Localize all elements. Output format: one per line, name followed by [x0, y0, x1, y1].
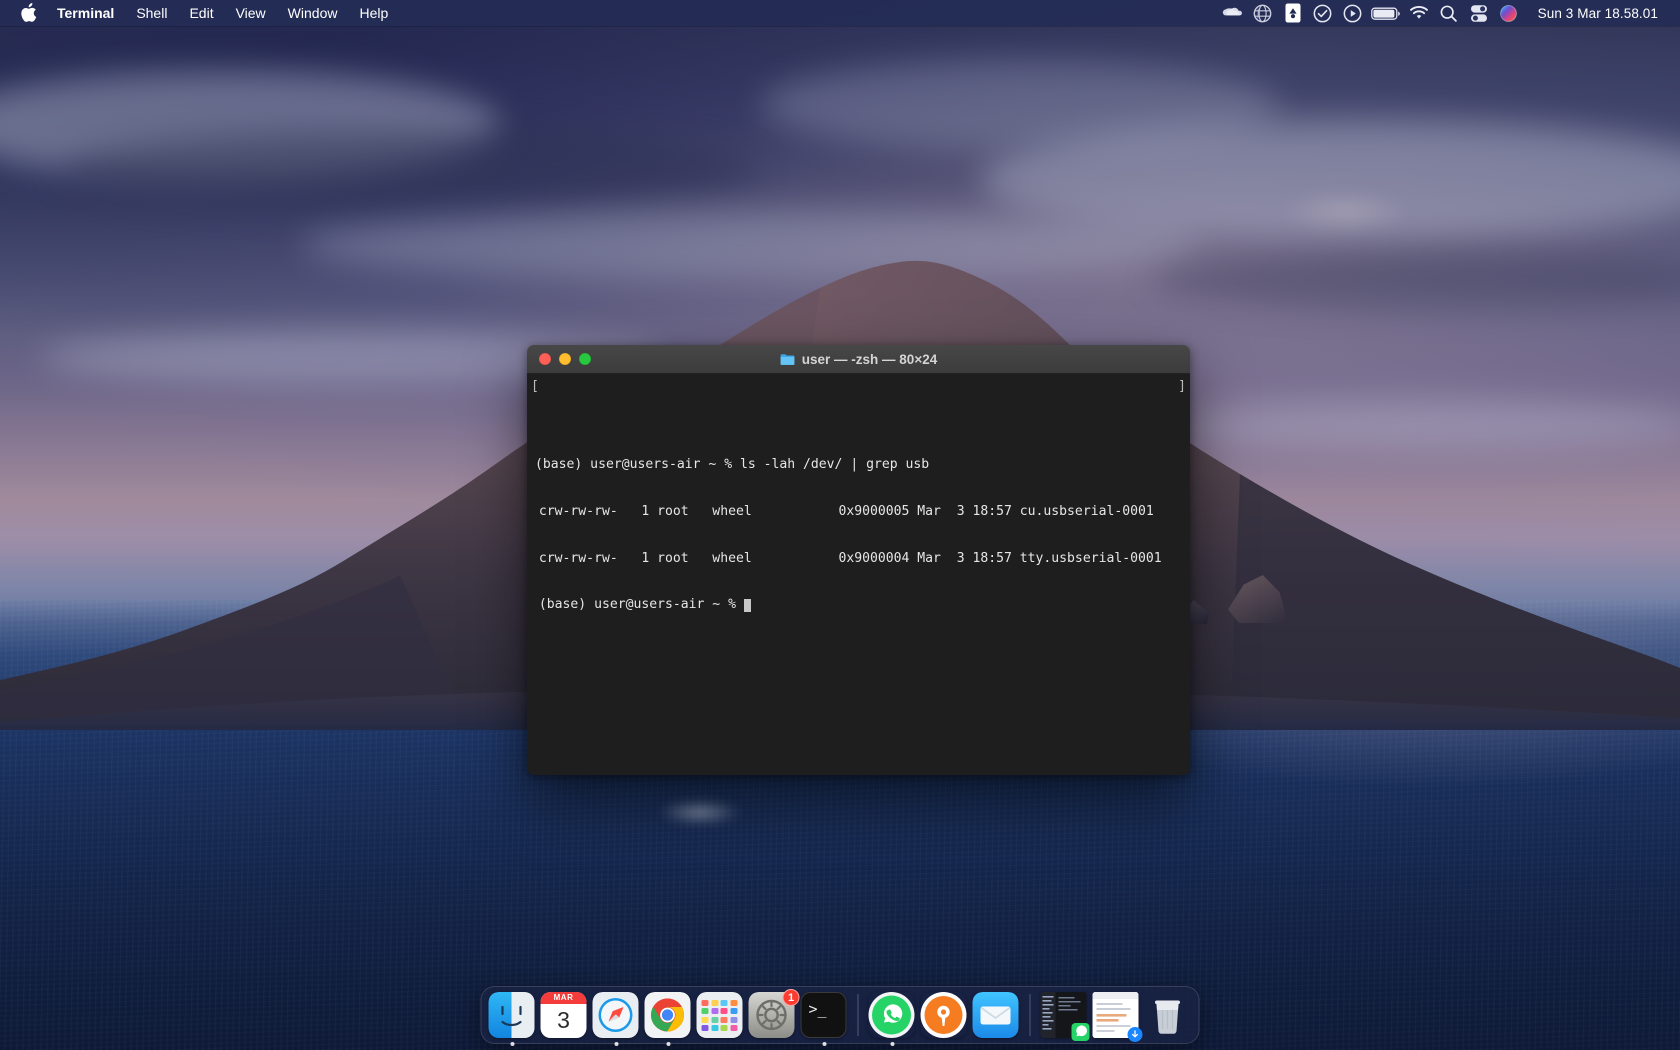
spotlight-search-icon[interactable]	[1434, 0, 1464, 26]
terminal-cursor	[743, 598, 752, 612]
notification-badge: 1	[782, 988, 800, 1006]
wifi-icon[interactable]	[1404, 0, 1434, 26]
folder-icon	[780, 353, 795, 366]
dock-item-mail[interactable]	[972, 991, 1020, 1039]
menu-item-terminal[interactable]: Terminal	[46, 0, 125, 26]
dock-item-calendar[interactable]: MAR 3	[540, 991, 588, 1039]
menu-bar-clock[interactable]: Sun 3 Mar 18.58.01	[1524, 6, 1668, 21]
dock-item-finder[interactable]	[488, 991, 536, 1046]
menu-bar-left[interactable]: Terminal Shell Edit View Window Help	[12, 0, 399, 26]
dock-item-trash[interactable]	[1145, 992, 1192, 1039]
menu-item-view[interactable]: View	[225, 0, 277, 26]
control-center-icon[interactable]	[1464, 0, 1494, 26]
chrome-icon[interactable]	[644, 991, 691, 1038]
dock-item-screenshot-file[interactable]	[1040, 991, 1090, 1041]
terminal-icon[interactable]: >_	[800, 991, 847, 1038]
terminal-body[interactable]: [ ] (base) user@users-air ~ % ls -lah /d…	[527, 374, 1190, 775]
dock-item-chrome[interactable]	[644, 991, 692, 1046]
selection-bracket-right: ]	[1178, 379, 1186, 394]
battery-icon[interactable]	[1368, 0, 1404, 26]
terminal-line: crw-rw-rw- 1 root wheel 0x9000004 Mar 3 …	[531, 550, 1162, 566]
checkmark-circle-icon[interactable]	[1308, 0, 1338, 26]
menu-item-shell[interactable]: Shell	[125, 0, 178, 26]
running-indicator	[666, 1041, 670, 1046]
menu-item-help[interactable]: Help	[348, 0, 399, 26]
apple-logo-icon[interactable]	[12, 3, 46, 23]
calendar-day: 3	[557, 1006, 570, 1033]
menu-item-edit[interactable]: Edit	[178, 0, 224, 26]
terminal-title-bar[interactable]: user — -zsh — 80×24	[527, 345, 1190, 374]
window-controls[interactable]	[527, 353, 591, 365]
dock-item-openvpn[interactable]	[920, 991, 968, 1039]
sea-foam	[640, 800, 760, 830]
menu-bar[interactable]: Terminal Shell Edit View Window Help Sun…	[0, 0, 1680, 26]
launchpad-icon[interactable]	[696, 991, 743, 1038]
finder-icon[interactable]	[488, 991, 535, 1038]
cloud-wisp	[1255, 190, 1435, 234]
calendar-icon[interactable]: MAR 3	[540, 991, 587, 1038]
mail-icon[interactable]	[972, 991, 1019, 1038]
close-button[interactable]	[539, 353, 551, 365]
whatsapp-icon[interactable]	[868, 991, 915, 1038]
terminal-title: user — -zsh — 80×24	[527, 345, 1190, 373]
running-indicator	[614, 1041, 618, 1046]
trash-icon[interactable]	[1145, 992, 1191, 1038]
dock[interactable]: MAR 3 1 >_	[480, 986, 1200, 1046]
terminal-line: crw-rw-rw- 1 root wheel 0x9000005 Mar 3 …	[531, 503, 1154, 519]
running-indicator	[890, 1041, 894, 1046]
siri-icon[interactable]	[1494, 0, 1524, 26]
play-circle-icon[interactable]	[1338, 0, 1368, 26]
zoom-button[interactable]	[579, 353, 591, 365]
dock-item-whatsapp[interactable]	[868, 991, 916, 1046]
terminal-prompt-line: (base) user@users-air ~ %	[531, 597, 744, 613]
safari-icon[interactable]	[592, 991, 639, 1038]
minimize-button[interactable]	[559, 353, 571, 365]
selection-bracket-left: [	[531, 379, 539, 394]
globe-icon[interactable]	[1248, 0, 1278, 26]
running-indicator	[510, 1041, 514, 1046]
dock-item-launchpad[interactable]	[696, 991, 744, 1039]
dock-item-document-file[interactable]	[1092, 991, 1143, 1042]
openvpn-icon[interactable]	[920, 991, 967, 1038]
dock-item-safari[interactable]	[592, 991, 640, 1046]
terminal-title-text: user — -zsh — 80×24	[801, 351, 938, 367]
dock-separator	[857, 994, 859, 1036]
download-badge-icon	[1127, 1026, 1143, 1042]
menu-item-window[interactable]: Window	[277, 0, 349, 26]
running-indicator	[822, 1041, 826, 1046]
dropbox-icon[interactable]	[1278, 0, 1308, 26]
whatsapp-mini-badge	[1071, 1022, 1090, 1041]
calendar-month: MAR	[540, 991, 587, 1004]
dock-separator	[1029, 994, 1031, 1036]
dock-item-terminal[interactable]: >_	[800, 991, 848, 1046]
terminal-window[interactable]: user — -zsh — 80×24 [ ] (base) user@user…	[527, 345, 1190, 775]
terminal-line: (base) user@users-air ~ % ls -lah /dev/ …	[535, 456, 930, 472]
dock-item-system-preferences[interactable]: 1	[748, 988, 800, 1039]
onedrive-cloud-icon[interactable]	[1218, 0, 1248, 26]
menu-bar-status-area[interactable]: Sun 3 Mar 18.58.01	[1218, 0, 1668, 26]
